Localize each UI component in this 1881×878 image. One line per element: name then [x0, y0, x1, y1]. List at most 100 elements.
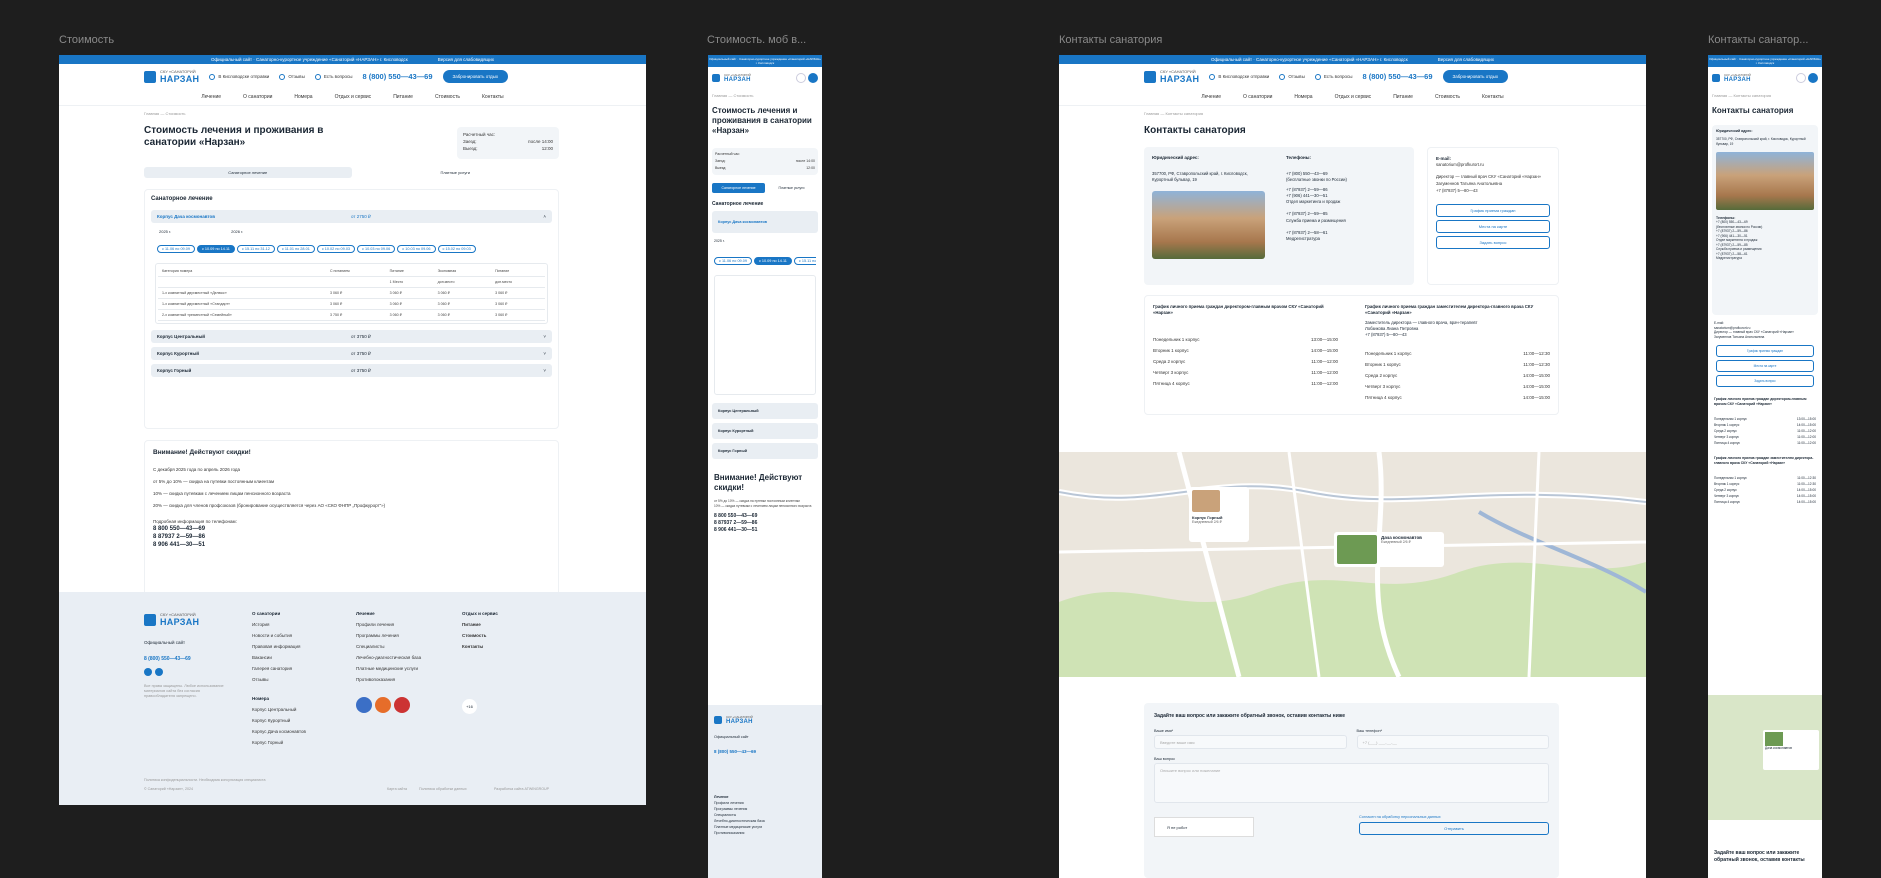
star-icon: [1279, 73, 1286, 80]
schedule-button[interactable]: График приема граждан: [1436, 204, 1550, 217]
price-block: Санаторное лечение Корпус Дача космонавт…: [144, 189, 559, 429]
mobile-map[interactable]: Дача космонавтов: [1708, 695, 1822, 820]
building-photo: [1152, 191, 1265, 259]
telegram-icon[interactable]: [144, 668, 152, 676]
tab-treatment[interactable]: Санаторное лечение: [144, 167, 352, 178]
map[interactable]: Корпус Горный Ежедневный 2/6 ₽ Дача косм…: [1059, 452, 1646, 677]
phones-list: +7 (800) 550—43—69 (бесплатные звонки по …: [1286, 171, 1347, 242]
schedule-block: График личного приема граждан директором…: [1144, 295, 1559, 415]
name-input[interactable]: Введите ваше имя: [1154, 735, 1347, 749]
menu-icon[interactable]: [1808, 73, 1818, 83]
ask-button[interactable]: Задать вопрос: [1436, 236, 1550, 249]
star-icon: [279, 73, 286, 80]
period-pill[interactable]: с 15.11 по 31.12: [236, 245, 275, 253]
tab-paid[interactable]: Платные услуги: [765, 183, 818, 193]
breadcrumb[interactable]: Главная — Стоимость: [144, 111, 185, 116]
frame-label-contacts: Контакты санатория: [1059, 34, 1163, 46]
logo[interactable]: СКУ «САНАТОРИЙ НАРЗАН: [1144, 69, 1199, 84]
footer-col-about: О санатории История Новости и события Право…: [252, 611, 306, 745]
checkin-card: Расчетный час: Заезд: после 14:00 Выезд: 1…: [457, 127, 559, 159]
frame-price-desktop: Официальный сайт · Санаторно-курортное у…: [59, 55, 646, 805]
mobile-header: СКУ «САНАТОРИЙ НАРЗАН: [1708, 67, 1822, 89]
schedule-1-list: Понедельник 1 корпус 13:00—15:00 Вторник …: [1153, 337, 1338, 386]
sale-phone[interactable]: 8 906 441—30—51: [153, 541, 550, 549]
nav-contacts[interactable]: Контакты: [482, 94, 504, 100]
accordion-dacha[interactable]: Корпус Дача космонавтов от 2750 ₽ ˄: [151, 210, 552, 223]
nav-price[interactable]: Стоимость: [435, 94, 460, 100]
period-pill[interactable]: с 10.03 по 09.06: [397, 245, 436, 253]
partner-badges: [356, 697, 410, 713]
accordion-gorny[interactable]: Корпус Горный: [712, 443, 818, 459]
map-pin-gorny[interactable]: Корпус Горный Ежедневный 2/6 ₽: [1189, 487, 1249, 542]
map-pin-dacha: Дача космонавтов: [1763, 730, 1819, 770]
vk-icon[interactable]: [155, 668, 163, 676]
nav-treatment[interactable]: Лечение: [201, 94, 221, 100]
header-link-reviews[interactable]: Отзывы: [279, 73, 305, 80]
phone-input[interactable]: +7 (___) ___-__-__: [1356, 735, 1549, 749]
book-button[interactable]: Забронировать отдых: [442, 70, 509, 83]
page-title: Стоимость лечения и проживания в санатор…: [712, 106, 812, 135]
sitemap-link[interactable]: Карта сайта: [387, 787, 407, 791]
mobile-price-table: [714, 275, 816, 395]
sale-title: Внимание! Действуют скидки!: [714, 473, 803, 492]
top-info-bar: Официальный сайт · Санаторно-курортное у…: [59, 55, 646, 64]
question-textarea[interactable]: Опишите вопрос или пожелание: [1154, 763, 1549, 803]
header-link-questions[interactable]: Есть вопросы: [314, 73, 352, 80]
logo[interactable]: СКУ «САНАТОРИЙ НАРЗАН: [1712, 73, 1751, 83]
breadcrumb[interactable]: Главная — Контакты санатория: [1144, 111, 1203, 116]
nav-food[interactable]: Питание: [393, 94, 413, 100]
footer-logo[interactable]: СКУ «САНАТОРИЙ НАРЗАН: [144, 612, 199, 627]
page-title: Стоимость лечения и проживания в санатор…: [144, 125, 324, 148]
period-pill[interactable]: с 11.01 по 28.01: [276, 245, 315, 253]
chevron-up-icon: ˄: [543, 214, 546, 219]
header-phone[interactable]: 8 (800) 550—43—69: [1362, 72, 1432, 81]
period-pill[interactable]: с 11.06 по 09.09: [157, 245, 195, 253]
nav-rooms[interactable]: Номера: [294, 94, 312, 100]
table-row: 1-х комнатный двухместный «Стандарт» 3 06…: [158, 298, 545, 310]
send-button[interactable]: Отправить: [1359, 822, 1549, 835]
nav-leisure[interactable]: Отдых и сервис: [335, 94, 372, 100]
menu-icon[interactable]: [808, 73, 818, 83]
sale-phone[interactable]: 8 800 550—43—69: [153, 525, 550, 533]
table-row: 1-х комнатный двухместный «Делюкс» 3 060 …: [158, 287, 545, 299]
period-pill[interactable]: с 10.03 по 09.06: [357, 245, 396, 253]
footer-phone[interactable]: 8 (800) 550—43—69: [144, 656, 191, 662]
email-link[interactable]: sanatorium@profkurort.ru: [1436, 161, 1550, 168]
accordion-central[interactable]: Корпус Центральный от 3750 ₽ ˅: [151, 330, 552, 343]
period-pill[interactable]: с 10.02 по 09.03: [316, 245, 356, 253]
consent-checkbox[interactable]: Согласен на обработку персональных данны…: [1359, 815, 1549, 819]
logo[interactable]: СКУ «САНАТОРИЙ НАРЗАН: [144, 69, 199, 84]
frame-contacts-desktop: Официальный сайт · Санаторно-курортное у…: [1059, 55, 1646, 878]
accordion-kurort[interactable]: Корпус Курортный от 3750 ₽ ˅: [151, 347, 552, 360]
tab-treatment[interactable]: Санаторное лечение: [712, 183, 765, 193]
accordion-central[interactable]: Корпус Центральный: [712, 403, 818, 419]
frame-label-contacts-mobile: Контакты санатор...: [1708, 34, 1809, 46]
map-pin-dacha[interactable]: Дача космонавтов Ежедневный 2/6 ₽: [1334, 532, 1444, 567]
header-phone[interactable]: 8 (800) 550—43—69: [362, 72, 432, 81]
header: СКУ «САНАТОРИЙ НАРЗАН В Кисловодске отпра…: [1059, 64, 1646, 89]
captcha-checkbox[interactable]: Я не робот: [1154, 816, 1254, 837]
pin-icon: [209, 73, 216, 80]
header-link-1[interactable]: В Кисловодске отправки: [209, 73, 269, 80]
map-button[interactable]: Места на карте: [1436, 220, 1550, 233]
frame-label-price-mobile: Стоимость. моб в...: [707, 34, 807, 46]
phone-icon[interactable]: [796, 73, 806, 83]
accessibility-link[interactable]: Версия для слабовидящих: [438, 57, 494, 62]
phone-icon[interactable]: [1796, 73, 1806, 83]
tab-paid[interactable]: Платные услуги: [352, 167, 560, 178]
sale-phone[interactable]: 8 87937 2—59—86: [153, 533, 550, 541]
period-pill[interactable]: с 15.02 по 09.03: [437, 245, 476, 253]
frame-label-price: Стоимость: [59, 34, 115, 46]
book-button[interactable]: Забронировать отдых: [1442, 70, 1509, 83]
sale-title: Внимание! Действуют скидки!: [153, 449, 251, 456]
year-2025: 2025 г.: [159, 229, 172, 234]
accordion-kurort[interactable]: Корпус Курортный: [712, 423, 818, 439]
accordion-gorny[interactable]: Корпус Горный от 3750 ₽ ˅: [151, 364, 552, 377]
footer-col-other: Отдых и сервис Питание Стоимость Контакты: [462, 611, 498, 649]
logo[interactable]: СКУ «САНАТОРИЙ НАРЗАН: [712, 73, 751, 83]
accordion-dacha[interactable]: Корпус Дача космонавтов: [712, 211, 818, 233]
period-pill-active[interactable]: с 10.09 по 14.11: [196, 245, 235, 253]
privacy-link[interactable]: Политика обработки данных: [419, 787, 467, 791]
mobile-footer: СКУ «САНАТОРИЙ НАРЗАН Официальный сайт 8 …: [708, 705, 822, 878]
nav-about[interactable]: О санатории: [243, 94, 272, 100]
